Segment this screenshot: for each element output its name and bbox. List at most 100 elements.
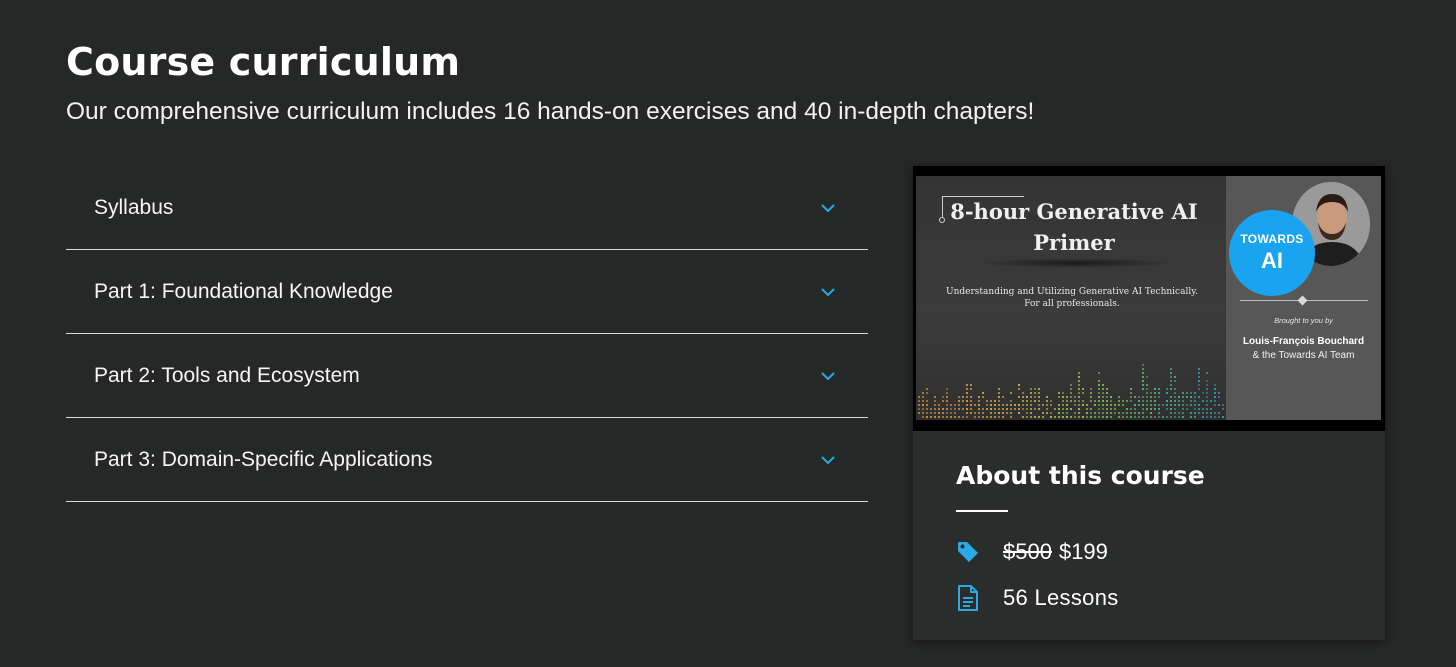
skyline-dot (982, 396, 984, 398)
skyline-dot (1098, 400, 1100, 402)
skyline-dot (922, 400, 924, 402)
skyline-dot (926, 400, 928, 402)
skyline-dot (930, 412, 932, 414)
skyline-dot (1134, 404, 1136, 406)
skyline-dot (1210, 412, 1212, 414)
chevron-down-icon[interactable] (820, 203, 836, 213)
chevron-down-icon[interactable] (820, 455, 836, 465)
thumbnail-subtitle-line1: Understanding and Utilizing Generative A… (946, 287, 1198, 297)
skyline-dot (1066, 412, 1068, 414)
skyline-dot (1214, 396, 1216, 398)
skyline-dot (950, 412, 952, 414)
chevron-down-icon[interactable] (820, 287, 836, 297)
skyline-dot (1142, 376, 1144, 378)
original-price: $500 (1003, 539, 1052, 564)
towards-ai-logo: TOWARDS AI (1229, 210, 1315, 296)
skyline-dot (994, 408, 996, 410)
accordion-item-syllabus[interactable]: Syllabus (66, 166, 868, 250)
thumbnail-subtitle: Understanding and Utilizing Generative A… (934, 286, 1210, 310)
chevron-down-icon[interactable] (820, 371, 836, 381)
skyline-dot (1182, 400, 1184, 402)
skyline-dot (1102, 412, 1104, 414)
skyline-dot (978, 408, 980, 410)
accordion-item-part-2[interactable]: Part 2: Tools and Ecosystem (66, 334, 868, 418)
skyline-dot (978, 412, 980, 414)
skyline-dot (1106, 392, 1108, 394)
skyline-dot (926, 388, 928, 390)
title-shadow (976, 258, 1176, 268)
skyline-dot (1022, 404, 1024, 406)
skyline-dot (1038, 392, 1040, 394)
skyline-dot (1130, 392, 1132, 394)
skyline-dot (1150, 404, 1152, 406)
skyline-dot (958, 404, 960, 406)
skyline-dot (1066, 404, 1068, 406)
skyline-dot (1010, 416, 1012, 418)
skyline-equalizer-graphic (918, 364, 1224, 418)
skyline-dot (962, 408, 964, 410)
skyline-dot (1078, 372, 1080, 374)
skyline-dot (1150, 400, 1152, 402)
skyline-dot (934, 412, 936, 414)
skyline-dot (1166, 416, 1168, 418)
skyline-dot (1010, 408, 1012, 410)
skyline-dot (994, 412, 996, 414)
skyline-dot (1074, 404, 1076, 406)
skyline-dot (934, 416, 936, 418)
skyline-dot (1174, 396, 1176, 398)
skyline-dot (990, 416, 992, 418)
skyline-dot (1090, 392, 1092, 394)
skyline-dot (1074, 396, 1076, 398)
skyline-dot (1194, 400, 1196, 402)
skyline-dot (1146, 408, 1148, 410)
skyline-dot (1154, 392, 1156, 394)
skyline-dot (1114, 404, 1116, 406)
skyline-dot (1102, 404, 1104, 406)
skyline-dot (1206, 408, 1208, 410)
skyline-dot (1174, 412, 1176, 414)
skyline-dot (1102, 408, 1104, 410)
skyline-dot (1090, 408, 1092, 410)
skyline-dot (1202, 416, 1204, 418)
accordion-item-part-1[interactable]: Part 1: Foundational Knowledge (66, 250, 868, 334)
skyline-dot (1206, 396, 1208, 398)
skyline-dot (1198, 376, 1200, 378)
skyline-dot (1050, 416, 1052, 418)
ornament-diamond (1297, 295, 1308, 306)
skyline-dot (1034, 392, 1036, 394)
skyline-dot (986, 404, 988, 406)
skyline-dot (1090, 400, 1092, 402)
skyline-dot (1118, 396, 1120, 398)
skyline-dot (1122, 404, 1124, 406)
skyline-dot (974, 416, 976, 418)
thumbnail-subtitle-line2: For all professionals. (1024, 299, 1120, 309)
skyline-dot (1038, 388, 1040, 390)
skyline-dot (1170, 384, 1172, 386)
skyline-dot (1210, 400, 1212, 402)
skyline-dot (1210, 416, 1212, 418)
skyline-dot (1130, 388, 1132, 390)
skyline-dot (1018, 396, 1020, 398)
skyline-dot (958, 408, 960, 410)
skyline-dot (1186, 396, 1188, 398)
skyline-dot (1182, 416, 1184, 418)
skyline-dot (1142, 404, 1144, 406)
skyline-dot (1070, 388, 1072, 390)
thumbnail-right-panel: TOWARDS AI Brought to you by Louis-Franç… (1226, 176, 1381, 420)
skyline-dot (1146, 400, 1148, 402)
skyline-dot (1170, 372, 1172, 374)
course-thumbnail[interactable]: 8-hour Generative AI Primer Understandin… (913, 166, 1385, 431)
skyline-dot (982, 412, 984, 414)
skyline-dot (1150, 396, 1152, 398)
skyline-dot (1166, 404, 1168, 406)
skyline-dot (1018, 384, 1020, 386)
skyline-dot (1122, 416, 1124, 418)
skyline-dot (1002, 408, 1004, 410)
accordion-item-part-3[interactable]: Part 3: Domain-Specific Applications (66, 418, 868, 502)
skyline-dot (990, 404, 992, 406)
skyline-dot (1218, 396, 1220, 398)
skyline-dot (1030, 412, 1032, 414)
skyline-dot (1158, 412, 1160, 414)
skyline-dot (1066, 400, 1068, 402)
skyline-dot (1086, 416, 1088, 418)
